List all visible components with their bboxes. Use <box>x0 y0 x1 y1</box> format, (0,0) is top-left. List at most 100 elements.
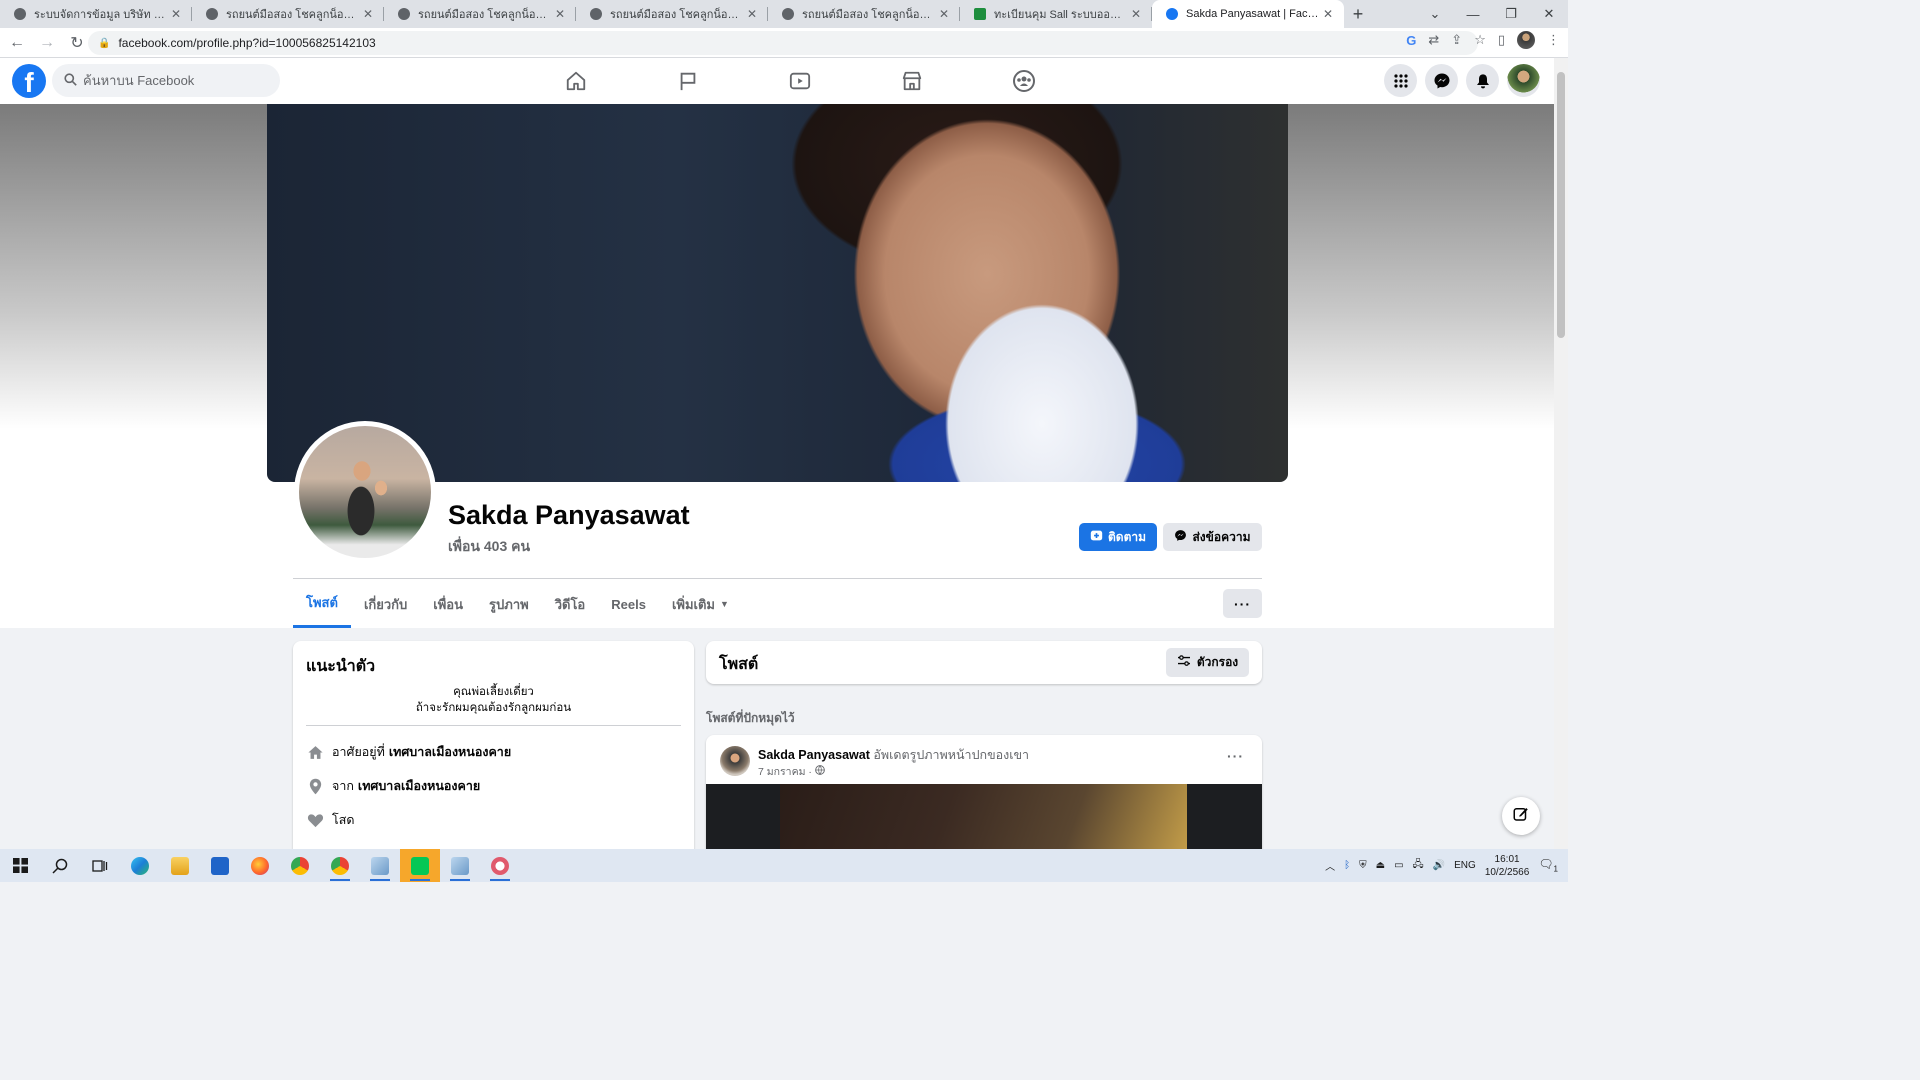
post-options-icon[interactable]: ··· <box>1227 748 1244 764</box>
tab-reels[interactable]: Reels <box>598 580 659 628</box>
google-icon[interactable]: G <box>1406 33 1416 48</box>
app-window-icon[interactable] <box>360 849 400 882</box>
browser-tab[interactable]: รถยนต์มือสอง โชคลูกน็อต อุดรธานี✕ <box>384 0 576 28</box>
post-date[interactable]: 7 มกราคม · <box>758 763 812 780</box>
tab-title: รถยนต์มือสอง โชคลูกน็อต อุดรธานี <box>802 9 936 21</box>
chrome-menu-icon[interactable]: ⋮ <box>1547 32 1560 48</box>
tab-title: ระบบจัดการข้อมูล บริษัท โชคลูกน็อต <box>34 9 168 21</box>
windows-start-icon[interactable] <box>0 849 40 882</box>
post-author-avatar[interactable] <box>720 746 750 776</box>
close-window-button[interactable]: ✕ <box>1530 0 1568 28</box>
chrome-profile-avatar[interactable] <box>1517 31 1535 49</box>
tab-title: รถยนต์มือสอง โชคลูกน็อต อุดรธานี <box>418 9 552 21</box>
app-window-icon[interactable] <box>440 849 480 882</box>
profile-name: Sakda Panyasawat <box>448 500 690 530</box>
browser-tab[interactable]: รถยนต์มือสอง โชคลูกน็อต อุดรธานี✕ <box>576 0 768 28</box>
close-tab-icon[interactable]: ✕ <box>1128 7 1144 21</box>
profile-tabs: โพสต์ เกี่ยวกับ เพื่อน รูปภาพ วิดีโอ Ree… <box>293 580 742 628</box>
watch-icon[interactable] <box>744 58 856 104</box>
browser-tab[interactable]: ระบบจัดการข้อมูล บริษัท โชคลูกน็อต✕ <box>0 0 192 28</box>
browser-tab-active[interactable]: Sakda Panyasawat | Facebook✕ <box>1152 0 1344 28</box>
chrome-icon[interactable] <box>280 849 320 882</box>
facebook-search-input[interactable]: ค้นหาบน Facebook <box>52 64 280 97</box>
follow-button[interactable]: ติดตาม <box>1079 523 1157 551</box>
browser-tab[interactable]: รถยนต์มือสอง โชคลูกน็อต อุดรธานี✕ <box>768 0 960 28</box>
translate-icon[interactable]: ⇄ <box>1428 32 1439 48</box>
clock-date: 10/2/2566 <box>1484 866 1530 878</box>
chevron-up-icon[interactable]: ︿ <box>1325 858 1335 873</box>
file-explorer-icon[interactable] <box>160 849 200 882</box>
tab-friends[interactable]: เพื่อน <box>420 580 476 628</box>
mail-icon[interactable] <box>200 849 240 882</box>
search-icon[interactable] <box>40 849 80 882</box>
filter-button[interactable]: ตัวกรอง <box>1166 648 1249 677</box>
send-message-button[interactable]: ส่งข้อความ <box>1163 523 1262 551</box>
browser-tab[interactable]: รถยนต์มือสอง โชคลูกน็อต อุดรธานี✕ <box>192 0 384 28</box>
back-button[interactable]: ← <box>4 30 30 56</box>
filter-sliders-icon <box>1177 655 1191 670</box>
close-tab-icon[interactable]: ✕ <box>936 7 952 21</box>
bookmark-star-icon[interactable]: ☆ <box>1474 32 1486 48</box>
tab-posts[interactable]: โพสต์ <box>293 580 351 628</box>
tab-more[interactable]: เพิ่มเติม ▼ <box>659 580 742 628</box>
menu-grid-icon[interactable] <box>1384 64 1417 97</box>
minimize-button[interactable]: — <box>1454 0 1492 28</box>
profile-picture[interactable] <box>294 421 436 563</box>
car-logo-icon <box>398 8 410 20</box>
address-bar[interactable]: 🔒 facebook.com/profile.php?id=1000568251… <box>88 31 1478 55</box>
close-tab-icon[interactable]: ✕ <box>744 7 760 21</box>
browser-tab[interactable]: ทะเบียนคุม Sall ระบบออนไลน์.xlsx - G✕ <box>960 0 1152 28</box>
url-text: facebook.com/profile.php?id=100056825142… <box>118 36 376 50</box>
display-icon[interactable]: ▭ <box>1394 860 1403 871</box>
friends-count[interactable]: เพื่อน 403 คน <box>448 536 530 558</box>
post-header: Sakda Panyasawat อัพเดตรูปภาพหน้าปกของเข… <box>758 745 1029 765</box>
security-shield-icon[interactable]: ⛨ <box>1359 860 1367 871</box>
notification-center-icon[interactable]: 🗨1 <box>1538 857 1558 873</box>
lives-in-place[interactable]: เทศบาลเมืองหนองคาย <box>389 742 511 762</box>
volume-icon[interactable]: 🔊 <box>1433 860 1445 871</box>
cover-photo[interactable] <box>267 104 1288 482</box>
from-place[interactable]: เทศบาลเมืองหนองคาย <box>358 776 480 796</box>
line-app-icon[interactable] <box>400 849 440 882</box>
page-scrollbar[interactable] <box>1554 58 1568 849</box>
new-message-button[interactable] <box>1502 797 1540 835</box>
home-icon[interactable] <box>520 58 632 104</box>
forward-button[interactable]: → <box>34 30 60 56</box>
close-tab-icon[interactable]: ✕ <box>552 7 568 21</box>
new-tab-button[interactable]: + <box>1344 0 1372 28</box>
scrollbar-thumb[interactable] <box>1557 72 1565 338</box>
share-icon[interactable]: ⇪ <box>1451 32 1462 48</box>
edge-browser-icon[interactable] <box>120 849 160 882</box>
facebook-main-nav <box>520 58 1080 104</box>
reload-button[interactable]: ↻ <box>64 30 90 56</box>
close-tab-icon[interactable]: ✕ <box>360 7 376 21</box>
notifications-bell-icon[interactable] <box>1466 64 1499 97</box>
tab-about[interactable]: เกี่ยวกับ <box>351 580 420 628</box>
usb-icon[interactable]: ⏏ <box>1376 860 1385 871</box>
restore-button[interactable]: ❐ <box>1492 0 1530 28</box>
facebook-logo[interactable]: f <box>12 64 46 98</box>
marketplace-icon[interactable] <box>856 58 968 104</box>
profile-more-button[interactable]: ··· <box>1223 589 1262 618</box>
account-avatar[interactable] <box>1507 64 1540 97</box>
paint-app-icon[interactable] <box>480 849 520 882</box>
firefox-icon[interactable] <box>240 849 280 882</box>
close-tab-icon[interactable]: ✕ <box>168 7 184 21</box>
task-view-icon[interactable] <box>80 849 120 882</box>
network-icon[interactable]: 🖧 <box>1413 857 1424 874</box>
system-tray: ︿ ᛒ ⛨ ⏏ ▭ 🖧 🔊 ENG 16:01 10/2/2566 🗨1 <box>1325 849 1568 882</box>
tab-search-icon[interactable]: ⌄ <box>1416 0 1454 28</box>
tab-photos[interactable]: รูปภาพ <box>476 580 542 628</box>
close-tab-icon[interactable]: ✕ <box>1320 7 1336 21</box>
pages-flag-icon[interactable] <box>632 58 744 104</box>
groups-icon[interactable] <box>968 58 1080 104</box>
intro-card: แนะนำตัว คุณพ่อเลี้ยงเดี่ยว ถ้าจะรักผมคุ… <box>293 641 694 861</box>
messenger-icon[interactable] <box>1425 64 1458 97</box>
language-indicator[interactable]: ENG <box>1454 860 1476 871</box>
clock[interactable]: 16:01 10/2/2566 <box>1485 853 1530 879</box>
side-panel-icon[interactable]: ▯ <box>1498 32 1505 48</box>
bluetooth-icon[interactable]: ᛒ <box>1344 860 1350 871</box>
tab-videos[interactable]: วิดีโอ <box>542 580 599 628</box>
chrome-profile-icon[interactable] <box>320 849 360 882</box>
post-author-name[interactable]: Sakda Panyasawat <box>758 748 870 762</box>
